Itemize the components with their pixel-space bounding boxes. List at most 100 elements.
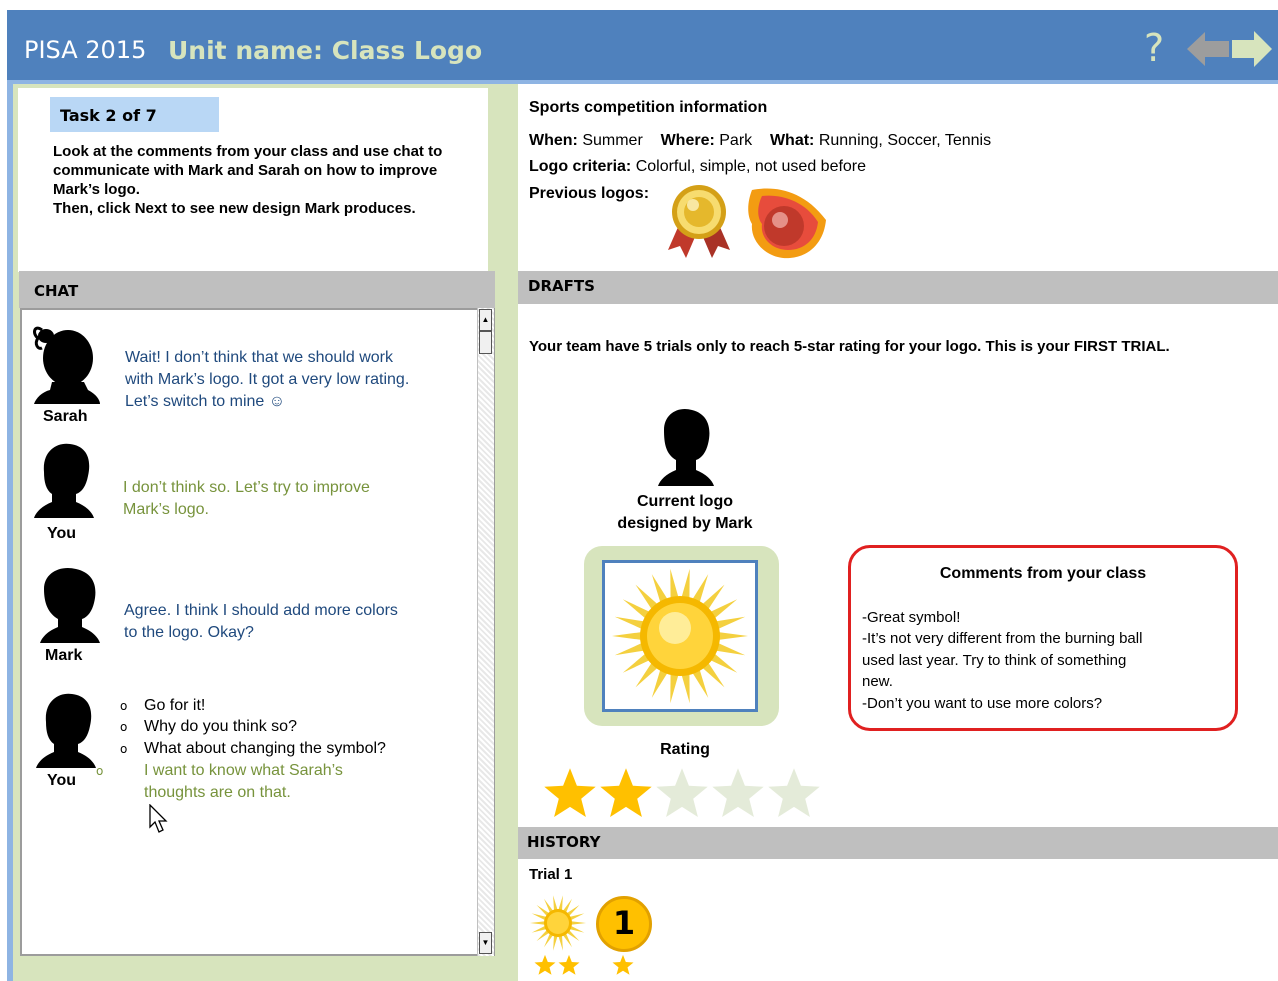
star-empty-icon [768,768,820,817]
current-logo-label: Current logo designed by Mark [617,493,753,532]
sun-ray [558,895,563,911]
chat-message: Wait! I don’t think that we should work … [125,349,410,410]
bullet-icon: o [120,742,128,756]
star-filled-icon [600,768,652,817]
task-instructions: Look at the comments from your class and… [53,143,443,217]
star-filled-icon [558,954,580,975]
reply-option[interactable]: o Go for it! [120,695,205,717]
star-empty-icon [712,768,764,817]
history-badge-stars [612,954,638,978]
star-filled-icon [544,768,596,817]
speaker-name: You [47,525,77,542]
trial-number-badge: 1 [596,896,652,952]
history-logo-thumbnail[interactable] [529,893,587,953]
mouse-cursor-icon [149,804,168,833]
you-avatar-icon [34,443,94,518]
option-text: Why do you think so? [144,718,297,735]
star-empty-icon [656,768,708,817]
speaker-name: Mark [45,647,83,664]
reply-option[interactable]: o Why do you think so? [120,716,297,738]
next-button[interactable] [1232,29,1272,69]
comment-line: new. [862,673,893,690]
medal-icon [668,185,730,258]
trial-label: Trial 1 [529,866,573,883]
you-avatar-icon [36,693,96,768]
rating-stars [543,766,833,820]
sun-ray [553,935,558,951]
trial-number: 1 [612,904,636,942]
comment-line: used last year. Try to think of somethin… [862,652,1127,669]
sun-ray [612,631,645,641]
speaker-name: Sarah [43,408,88,425]
history-logo-stars [534,954,584,978]
scroll-down-button[interactable]: ▼ [479,932,492,954]
comment-line: -Don’t you want to use more colors? [862,695,1103,712]
info-previous: Previous logos: [529,185,649,203]
previous-label: Previous logos: [529,185,650,202]
sun-ray [570,921,586,925]
when-value: Summer [582,132,643,149]
arrow-left-icon [1187,32,1229,66]
sarah-avatar-icon [33,326,100,404]
chat-message: Agree. I think I should add more colors … [124,602,398,641]
when-label: When: [529,132,578,149]
star-filled-icon [612,954,634,975]
drafts-header [518,271,1278,304]
sun-ray [569,913,585,921]
comment-line: -Great symbol! [862,609,961,626]
bullet-icon: o [120,699,128,713]
what-label: What: [769,132,815,149]
criteria-value: Colorful, simple, not used before [635,158,867,175]
bullet-icon: o [120,720,128,734]
sun-ray [715,631,748,641]
arrow-right-icon [1232,31,1272,67]
unit-title: Unit name: Class Logo [168,36,483,65]
mark-avatar-icon [658,408,714,486]
comment-line: -It’s not very different from the burnin… [862,630,1143,647]
chat-scrollbar[interactable] [477,308,494,956]
where-label: Where: [660,132,715,149]
reply-option-selected[interactable]: o I want to know what Sarah’s thoughts ar… [96,760,380,804]
mark-avatar-icon [40,567,100,643]
sun-ray [531,913,547,921]
where-value: Park [719,132,753,149]
info-title: Sports competition information [529,99,768,116]
sun-ray [530,921,546,925]
comments-title: Comments from your class [939,565,1147,582]
sun-ray [553,895,558,911]
back-button[interactable] [1187,30,1229,68]
star-filled-icon [534,954,556,975]
reply-option[interactable]: o What about changing the symbol? [120,738,386,760]
sun-icon [612,568,748,704]
drafts-title: DRAFTS [528,277,595,295]
criteria-label: Logo criteria: [529,158,632,175]
sun-ray [558,935,563,951]
sun-icon [530,895,586,951]
history-title: HISTORY [527,833,601,851]
app-title: PISA 2015 [24,36,147,64]
option-text: I want to know what Sarah’s thoughts are… [144,762,343,801]
left-panel-edge [7,84,13,981]
help-button[interactable]: ? [1144,28,1172,68]
sun-ray [531,925,547,933]
scroll-up-button[interactable]: ▲ [479,309,492,331]
current-logo [602,560,758,712]
fireball-icon [748,188,826,259]
task-label: Task 2 of 7 [60,106,157,125]
what-value: Running, Soccer, Tennis [818,132,992,149]
stars-icon [534,954,580,975]
option-text: Go for it! [144,697,206,714]
rating-label: Rating [660,741,710,758]
trial-instructions: Your team have 5 trials only to reach 5-… [529,338,1170,355]
sun-ray [569,925,585,933]
stars-icon [612,954,634,975]
history-header [518,827,1278,859]
chat-header [19,271,495,308]
stars-icon [544,768,820,817]
chat-title: CHAT [34,282,79,300]
bullet-icon: o [96,764,104,778]
scroll-thumb[interactable] [479,331,492,354]
option-text: What about changing the symbol? [144,740,386,757]
info-when-where-what: When: Summer Where: Park What: Running, … [529,132,991,150]
chat-message: I don’t think so. Let’s try to improve M… [123,479,370,518]
